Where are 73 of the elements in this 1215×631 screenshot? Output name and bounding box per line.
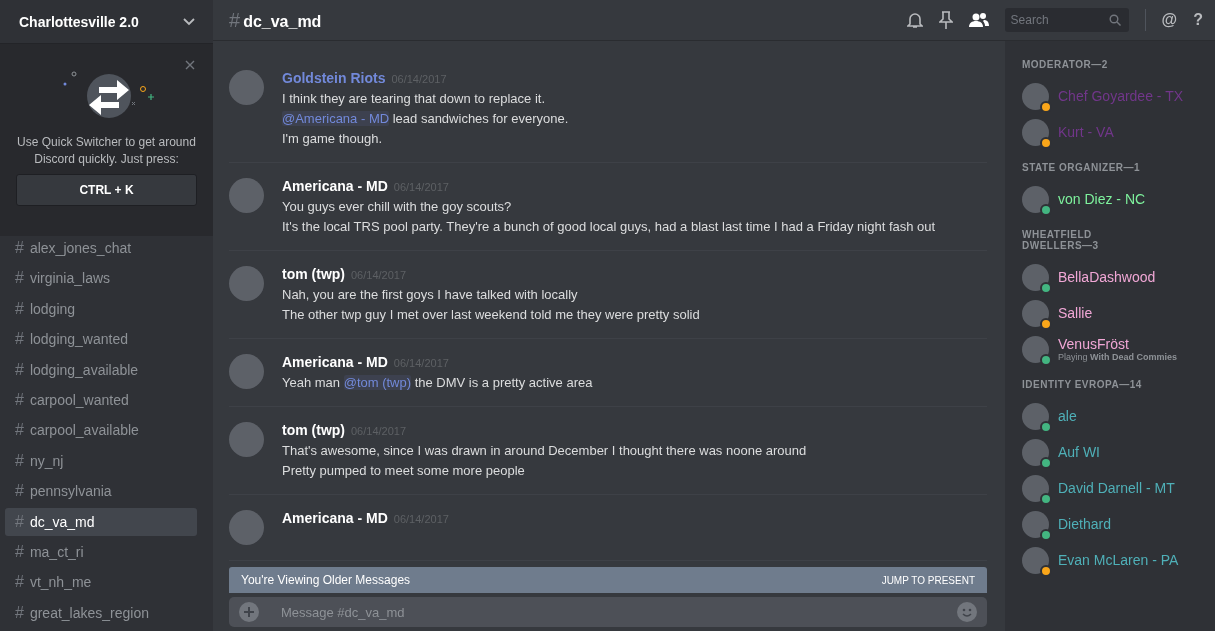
jump-to-present-button[interactable]: JUMP TO PRESENT	[881, 574, 975, 586]
message-text: the DMV is a pretty active area	[413, 375, 593, 390]
channel-item[interactable]: # pennsylvania	[5, 477, 197, 506]
member-avatar[interactable]	[1022, 474, 1049, 502]
message-text: It's the local TRS pool party. They're a bunch of good local guys, had a blast last time I had a Friday night fash out	[282, 219, 936, 234]
member-name[interactable]: VenusFröst	[1058, 336, 1177, 352]
role-heading: WHEATFIELD DWELLERS—3	[1022, 229, 1100, 251]
channel-item[interactable]: # ma_ct_ri	[5, 537, 197, 566]
role-heading: IDENTITY EVROPA—14	[1022, 379, 1142, 390]
member-name[interactable]: Auf WI	[1058, 444, 1100, 460]
message-text: That's awesome, since I was drawn in around December I thought there was noone around	[282, 443, 807, 458]
message-text: I'm game though.	[282, 131, 383, 146]
channel-item[interactable]: # virginia_laws	[5, 264, 197, 293]
channel-item[interactable]: # vt_nh_me	[5, 568, 197, 597]
message-text: The other twp guy I met over last weekend told me they were pretty solid	[282, 307, 700, 322]
channel-title: dc_va_md	[243, 12, 322, 31]
close-icon[interactable]	[185, 60, 195, 70]
member-name[interactable]: Diethard	[1058, 516, 1111, 532]
member-name[interactable]: von Diez - NC	[1058, 191, 1146, 207]
role-heading: MODERATOR—2	[1022, 59, 1109, 70]
author-name[interactable]: Goldstein Riots	[282, 70, 386, 86]
mentions-button[interactable]: @	[1161, 11, 1178, 29]
message-text: lead sandwiches for everyone.	[391, 111, 569, 126]
member-name[interactable]: BellaDashwood	[1058, 269, 1156, 285]
member-name[interactable]: Evan McLaren - PA	[1058, 552, 1179, 568]
user-mention[interactable]: @Americana - MD	[282, 111, 390, 126]
member-name[interactable]: ale	[1058, 408, 1077, 424]
role-heading: STATE ORGANIZER—1	[1022, 162, 1142, 173]
author-name[interactable]: Americana - MD	[282, 510, 388, 526]
member-avatar[interactable]	[1022, 299, 1049, 327]
help-button[interactable]: ?	[1193, 11, 1203, 29]
member-avatar[interactable]	[1022, 263, 1049, 291]
channel-item[interactable]: # lodging_available	[5, 355, 197, 384]
quick-switcher-hint: Use Quick Switcher to get around Discord quickly. Just press:	[16, 134, 197, 168]
pin-icon[interactable]	[938, 11, 953, 29]
member-name[interactable]: David Darnell - MT	[1058, 480, 1175, 496]
channel-item[interactable]: # ny_nj	[5, 446, 197, 475]
author-name[interactable]: tom (twp)	[282, 422, 345, 438]
banner-text: You're Viewing Older Messages	[241, 573, 411, 587]
message-text: Pretty pumped to meet some more people	[282, 463, 525, 478]
message-text: Nah, you are the first goys I have talked with locally	[282, 287, 578, 302]
member-activity: Playing With Dead Commies	[1058, 352, 1177, 362]
chevron-down-icon	[183, 17, 195, 26]
channel-item[interactable]: # carpool_wanted	[5, 385, 197, 414]
author-name[interactable]: tom (twp)	[282, 266, 345, 282]
channel-item[interactable]: # lodging_wanted	[5, 325, 197, 354]
server-name: Charlottesville 2.0	[19, 13, 139, 30]
message-text: Yeah man	[282, 375, 342, 390]
channel-item[interactable]: # great_lakes_region	[5, 598, 197, 627]
message-text: I think they are tearing that down to replace it.	[282, 91, 546, 106]
user-mention[interactable]: @tom (twp)	[343, 375, 412, 390]
channel-item[interactable]: # alex_jones_chat	[5, 234, 197, 262]
member-avatar[interactable]	[1022, 118, 1049, 146]
member-avatar[interactable]	[1022, 402, 1049, 430]
author-name[interactable]: Americana - MD	[282, 354, 388, 370]
member-avatar[interactable]	[1022, 82, 1049, 110]
channel-item[interactable]: # carpool_available	[5, 416, 197, 445]
member-avatar[interactable]	[1022, 510, 1049, 538]
author-name[interactable]: Americana - MD	[282, 178, 388, 194]
channel-item[interactable]: # dc_va_md	[5, 507, 197, 536]
member-avatar[interactable]	[1022, 438, 1049, 466]
shortcut-key: CTRL + K	[16, 174, 197, 206]
search-field[interactable]: Search	[1004, 8, 1129, 32]
channel-item[interactable]: # lodging	[5, 294, 197, 323]
member-avatar[interactable]	[1022, 546, 1049, 574]
member-avatar[interactable]	[1022, 335, 1049, 363]
member-avatar[interactable]	[1022, 185, 1049, 213]
message-text: You guys ever chill with the goy scouts?	[282, 199, 512, 214]
member-name[interactable]: Sallie	[1058, 305, 1093, 321]
search-icon	[1108, 14, 1121, 26]
bell-icon[interactable]	[906, 11, 923, 29]
channel-hash-icon: #	[229, 8, 241, 32]
members-icon[interactable]	[968, 12, 989, 28]
